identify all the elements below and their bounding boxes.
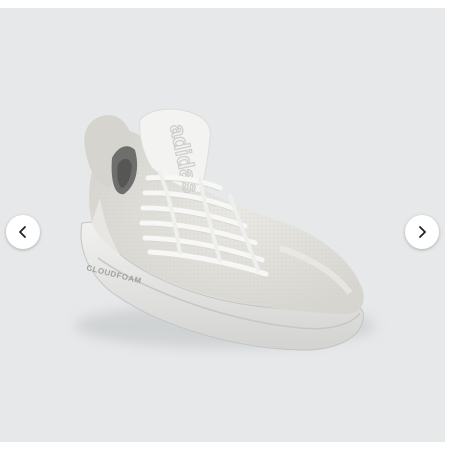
product-image-carousel: adidas CLOUDFOAM [0,8,445,442]
next-image-button[interactable] [405,215,439,249]
product-image: adidas CLOUDFOAM [75,108,375,351]
chevron-left-icon [19,226,26,238]
previous-image-button[interactable] [6,215,40,249]
product-gallery-frame: adidas CLOUDFOAM [0,0,450,450]
chevron-right-icon [419,226,426,238]
